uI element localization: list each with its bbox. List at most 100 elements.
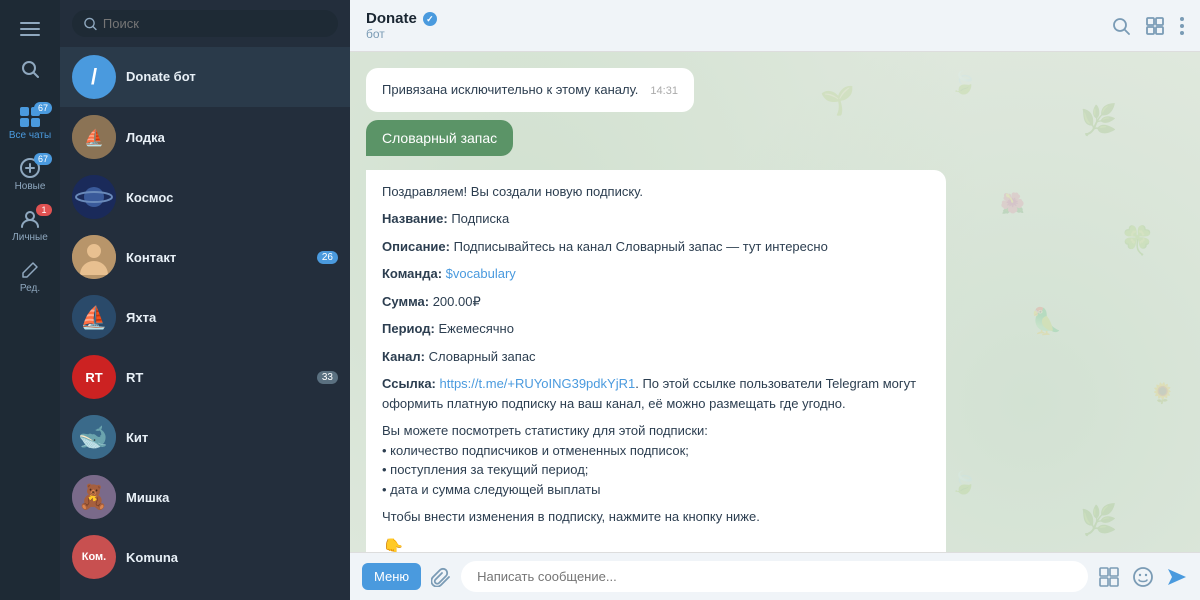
new-label: Новые [15, 181, 46, 192]
edit-label: Ред. [20, 283, 40, 294]
messages-area: Привязана исключительно к этому каналу. … [350, 52, 1200, 552]
chat-name: RT [126, 370, 307, 385]
avatar [72, 175, 116, 219]
stats-section: Вы можете посмотреть статистику для этой… [382, 421, 930, 499]
menu-button[interactable]: Меню [362, 563, 421, 590]
top-message-time: 14:31 [650, 83, 678, 100]
command-section: Команда: $vocabulary [382, 264, 930, 284]
chat-meta: 33 [317, 371, 338, 384]
emoji-icon[interactable] [1132, 566, 1154, 588]
chat-name: Komunа [126, 550, 338, 565]
name-section: Название: Подписка [382, 209, 930, 229]
list-item[interactable]: Космос [60, 167, 350, 227]
avatar: / [72, 55, 116, 99]
list-item[interactable]: / Donate бот [60, 47, 350, 107]
green-header: Словарный запас [366, 120, 513, 156]
avatar: ⛵ [72, 115, 116, 159]
chat-info: Donate бот [126, 69, 338, 86]
avatar [72, 235, 116, 279]
chat-header-info: Donate ✓ бот [366, 10, 1100, 41]
all-chats-badge: 67 [34, 102, 52, 114]
avatar: Ком. [72, 535, 116, 579]
chat-input-area: Меню [350, 552, 1200, 600]
all-chats-label: Все чаты [9, 130, 51, 141]
period-section: Период: Ежемесячно [382, 319, 930, 339]
chat-badge: 33 [317, 371, 338, 384]
main-message-bubble: Поздравляем! Вы создали новую подписку. … [366, 170, 946, 553]
new-badge: 67 [34, 153, 52, 165]
chat-name: Лодка [126, 130, 338, 145]
sidebar-item-all-chats[interactable]: 67 Все чаты [0, 98, 60, 149]
list-item[interactable]: ⛵ Лодка [60, 107, 350, 167]
chat-info: Komunа [126, 550, 338, 565]
attachment-icon[interactable] [431, 567, 451, 587]
svg-text:🐋: 🐋 [78, 424, 108, 451]
verified-badge: ✓ [423, 12, 437, 26]
input-actions [1098, 566, 1188, 588]
list-item[interactable]: RT RT 33 [60, 347, 350, 407]
search-header-icon[interactable] [1112, 17, 1130, 35]
chat-header-actions [1112, 17, 1184, 35]
chat-list-header [60, 0, 350, 47]
avatar: 🧸 [72, 475, 116, 519]
chat-header: Donate ✓ бот [350, 0, 1200, 52]
chat-meta: 26 [317, 251, 338, 264]
subscription-link[interactable]: https://t.me/+RUYoING39pdkYjR1 [440, 376, 636, 391]
chat-name: Кит [126, 430, 338, 445]
message-bubble: Привязана исключительно к этому каналу. … [366, 68, 694, 112]
sidebar-search-button[interactable] [0, 52, 60, 86]
personal-label: Личные [12, 232, 48, 243]
sum-section: Сумма: 200.00₽ [382, 292, 930, 312]
point-down-emoji: 👇 [382, 535, 930, 553]
chat-name: Яхта [126, 310, 338, 325]
chat-name: Контакт [126, 250, 307, 265]
chat-name: Donate бот [126, 69, 338, 84]
edit-prompt: Чтобы внести изменения в подписку, нажми… [382, 507, 930, 527]
sidebar-item-new[interactable]: 67 Новые [0, 149, 60, 200]
list-item[interactable]: 🐋 Кит [60, 407, 350, 467]
list-item[interactable]: Ком. Komunа [60, 527, 350, 587]
chat-name: Космос [126, 190, 338, 205]
avatar: RT [72, 355, 116, 399]
list-item[interactable]: ⛵ Яхта [60, 287, 350, 347]
svg-text:🧸: 🧸 [78, 483, 108, 511]
congratulations-text: Поздравляем! Вы создали новую подписку. [382, 182, 930, 202]
chat-badge: 26 [317, 251, 338, 264]
chat-info: RT [126, 370, 307, 385]
message-input[interactable] [461, 561, 1088, 592]
chat-info: Космос [126, 190, 338, 205]
chat-info: Кит [126, 430, 338, 445]
sidebar-menu-button[interactable] [0, 10, 60, 52]
chat-list: / Donate бот ⛵ Лодка Космос [60, 0, 350, 600]
chat-header-status: бот [366, 27, 1100, 41]
link-section: Ссылка: https://t.me/+RUYoING39pdkYjR1. … [382, 374, 930, 413]
svg-text:⛵: ⛵ [84, 128, 104, 147]
more-options-icon[interactable] [1180, 17, 1184, 35]
list-item[interactable]: Контакт 26 [60, 227, 350, 287]
sidebar-item-personal[interactable]: 1 Личные [0, 200, 60, 251]
section-header-bubble: Словарный запас [366, 120, 513, 162]
sticker-icon[interactable] [1098, 566, 1120, 588]
chat-main: Donate ✓ бот [350, 0, 1200, 600]
chat-name: Мишка [126, 490, 338, 505]
search-icon [84, 17, 97, 31]
command-link[interactable]: $vocabulary [446, 266, 516, 281]
chat-header-name: Donate ✓ [366, 10, 1100, 27]
top-message-text: Привязана исключительно к этому каналу. [382, 80, 638, 100]
channel-section: Канал: Словарный запас [382, 347, 930, 367]
send-icon[interactable] [1166, 566, 1188, 588]
search-input[interactable] [103, 16, 326, 31]
sidebar-icons: 67 Все чаты 67 Новые 1 Личные [0, 0, 60, 600]
chat-info: Яхта [126, 310, 338, 325]
chat-info: Лодка [126, 130, 338, 145]
list-item[interactable]: 🧸 Мишка [60, 467, 350, 527]
chat-info: Мишка [126, 490, 338, 505]
personal-badge: 1 [36, 204, 52, 216]
desc-section: Описание: Подписывайтесь на канал Словар… [382, 237, 930, 257]
bubble-content: Поздравляем! Вы создали новую подписку. … [366, 170, 946, 553]
search-bar[interactable] [72, 10, 338, 37]
sidebar-item-edit[interactable]: Ред. [0, 251, 60, 302]
chat-info: Контакт [126, 250, 307, 265]
layout-icon[interactable] [1146, 17, 1164, 35]
chat-items-list: / Donate бот ⛵ Лодка Космос [60, 47, 350, 600]
